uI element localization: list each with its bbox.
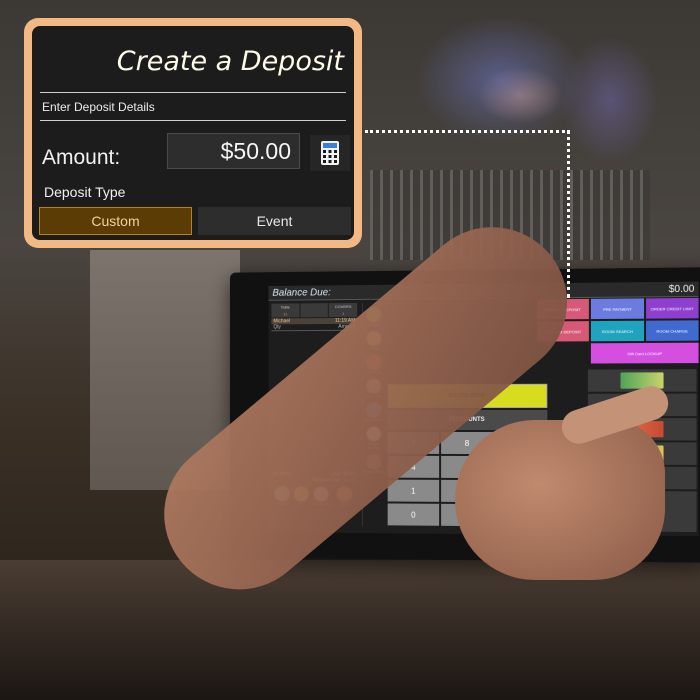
calculator-button[interactable] [310,135,350,171]
gift-card-lookup-button[interactable]: Gift Card LOOKUP [591,342,699,364]
deposit-type-custom-button[interactable]: Custom [39,207,192,235]
calculator-icon [321,141,339,165]
dialog-title: Create a Deposit [116,46,344,77]
divider [40,120,346,121]
amount-input[interactable]: $50.00 [167,133,300,169]
blank-cell [300,303,329,318]
balance-due-value: $0.00 [668,283,695,295]
room-search-button[interactable]: ROOM SEARCH [591,320,644,342]
deposit-type-label: Deposit Type [44,184,126,200]
order-credit-limit-button[interactable]: ORDER CREDIT LIMIT [645,297,699,319]
key-0[interactable]: 0 [387,503,440,526]
balance-due-label: Balance Due: [272,286,331,299]
section-subheading: Enter Deposit Details [42,100,155,114]
qty-column: Qty [273,324,281,331]
create-deposit-callout: Create a Deposit Enter Deposit Details A… [24,18,362,248]
room-charge-button[interactable]: ROOM CHARGE [645,320,699,341]
key-1[interactable]: 1 [387,479,440,502]
connector-line-horizontal [365,130,570,133]
divider [40,92,346,93]
create-deposit-dialog: Create a Deposit Enter Deposit Details A… [32,26,354,240]
bar-counter [0,560,700,700]
table-cell[interactable]: Table 11 [271,303,300,318]
connector-line-vertical [567,130,570,298]
amount-label: Amount: [42,146,121,169]
deposit-type-event-button[interactable]: Event [198,207,351,235]
hand [455,420,665,580]
covers-cell[interactable]: COVERS 1 [329,302,358,318]
pre-payment-button[interactable]: PRE PAYMENT [591,298,644,320]
order-header: Table 11 COVERS 1 [271,302,358,318]
